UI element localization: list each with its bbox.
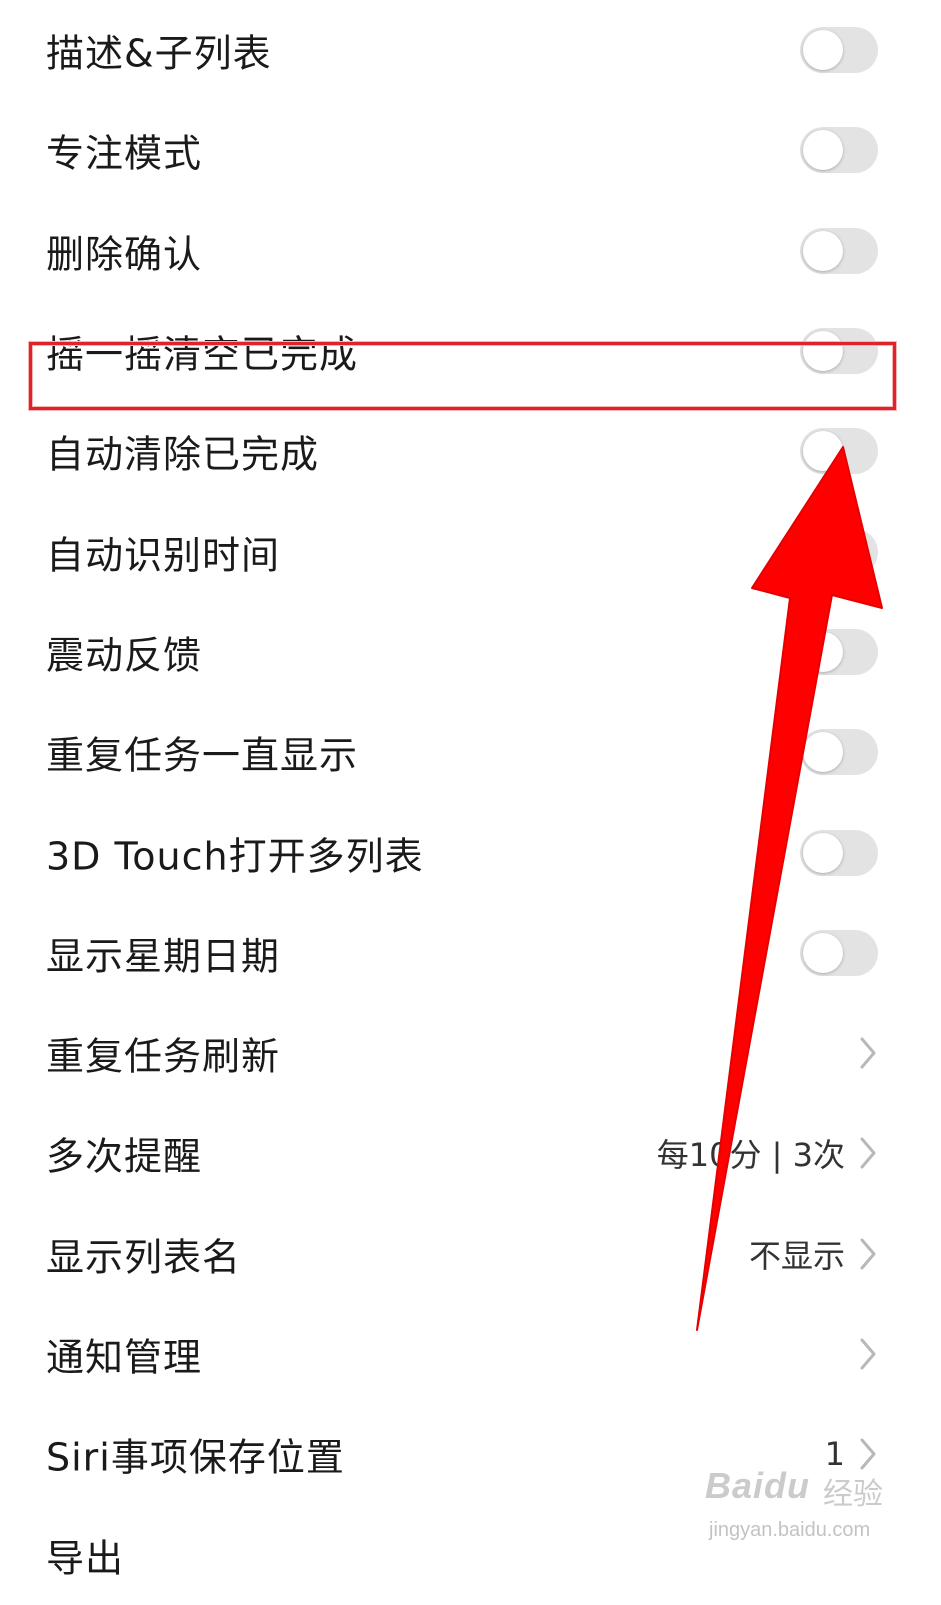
toggle-knob — [803, 732, 843, 773]
setting-label: 重复任务一直显示 — [46, 733, 359, 778]
setting-row-notification-management[interactable]: 通知管理 — [0, 1304, 941, 1404]
show-weekday-toggle[interactable] — [800, 929, 878, 976]
chevron-right-icon — [860, 1238, 876, 1270]
setting-row-repeat-always-show[interactable]: 重复任务一直显示 — [0, 702, 941, 802]
shake-clear-completed-toggle[interactable] — [800, 328, 878, 375]
toggle-knob — [803, 531, 843, 572]
repeat-always-show-toggle[interactable] — [800, 729, 878, 776]
setting-label: 显示星期日期 — [46, 934, 281, 979]
baidu-watermark: Baidu 经验 jingyan.baidu.com — [705, 1465, 935, 1555]
setting-label: 3D Touch打开多列表 — [46, 834, 424, 879]
toggle-knob — [803, 331, 843, 372]
setting-label: 通知管理 — [46, 1335, 203, 1380]
toggle-knob — [803, 631, 843, 672]
setting-row-focus-mode[interactable]: 专注模式 — [0, 100, 941, 200]
setting-row-delete-confirm[interactable]: 删除确认 — [0, 201, 941, 301]
setting-label: 描述&子列表 — [46, 31, 272, 76]
setting-label: 摇一摇清空已完成 — [46, 332, 359, 377]
chevron-right-icon — [860, 1137, 876, 1169]
setting-label: 专注模式 — [46, 131, 203, 176]
vibration-feedback-toggle[interactable] — [800, 628, 878, 675]
setting-row-description-sublist[interactable]: 描述&子列表 — [0, 0, 941, 100]
setting-row-multi-reminder[interactable]: 多次提醒 每10分 | 3次 — [0, 1103, 941, 1203]
setting-row-shake-clear-completed[interactable]: 摇一摇清空已完成 — [0, 301, 941, 401]
auto-detect-time-toggle[interactable] — [800, 528, 878, 575]
setting-row-auto-clear-completed[interactable]: 自动清除已完成 — [0, 401, 941, 501]
setting-row-3d-touch[interactable]: 3D Touch打开多列表 — [0, 802, 941, 902]
setting-label: 删除确认 — [46, 232, 203, 277]
setting-label: 导出 — [46, 1536, 125, 1581]
toggle-knob — [803, 30, 843, 71]
setting-label: Siri事项保存位置 — [46, 1435, 345, 1480]
setting-row-repeat-refresh[interactable]: 重复任务刷新 — [0, 1003, 941, 1103]
toggle-knob — [803, 130, 843, 171]
setting-label: 重复任务刷新 — [46, 1034, 281, 1079]
setting-row-show-list-name[interactable]: 显示列表名 不显示 — [0, 1204, 941, 1304]
toggle-knob — [803, 431, 843, 472]
delete-confirm-toggle[interactable] — [800, 227, 878, 274]
setting-label: 多次提醒 — [46, 1134, 203, 1179]
settings-list: 描述&子列表 专注模式 删除确认 摇一摇清空已完成 自动清除已完成 自动识别时间… — [0, 0, 941, 1605]
3d-touch-toggle[interactable] — [800, 829, 878, 876]
setting-label: 震动反馈 — [46, 633, 203, 678]
chevron-right-icon — [860, 1037, 876, 1069]
toggle-knob — [803, 230, 843, 271]
toggle-knob — [803, 932, 843, 973]
toggle-knob — [803, 832, 843, 873]
setting-row-show-weekday[interactable]: 显示星期日期 — [0, 903, 941, 1003]
show-list-name-value: 不显示 — [748, 1236, 845, 1275]
auto-clear-completed-toggle[interactable] — [800, 428, 878, 475]
watermark-url: jingyan.baidu.com — [709, 1519, 871, 1541]
setting-row-auto-detect-time[interactable]: 自动识别时间 — [0, 501, 941, 601]
setting-label: 自动识别时间 — [46, 533, 281, 578]
watermark-logo: Baidu — [705, 1465, 811, 1506]
description-sublist-toggle[interactable] — [800, 27, 878, 74]
setting-row-vibration-feedback[interactable]: 震动反馈 — [0, 602, 941, 702]
watermark-cn: 经验 — [823, 1478, 883, 1511]
setting-label: 自动清除已完成 — [46, 432, 320, 477]
chevron-right-icon — [860, 1338, 876, 1370]
multi-reminder-value: 每10分 | 3次 — [656, 1136, 845, 1175]
focus-mode-toggle[interactable] — [800, 127, 878, 174]
setting-label: 显示列表名 — [46, 1235, 242, 1280]
